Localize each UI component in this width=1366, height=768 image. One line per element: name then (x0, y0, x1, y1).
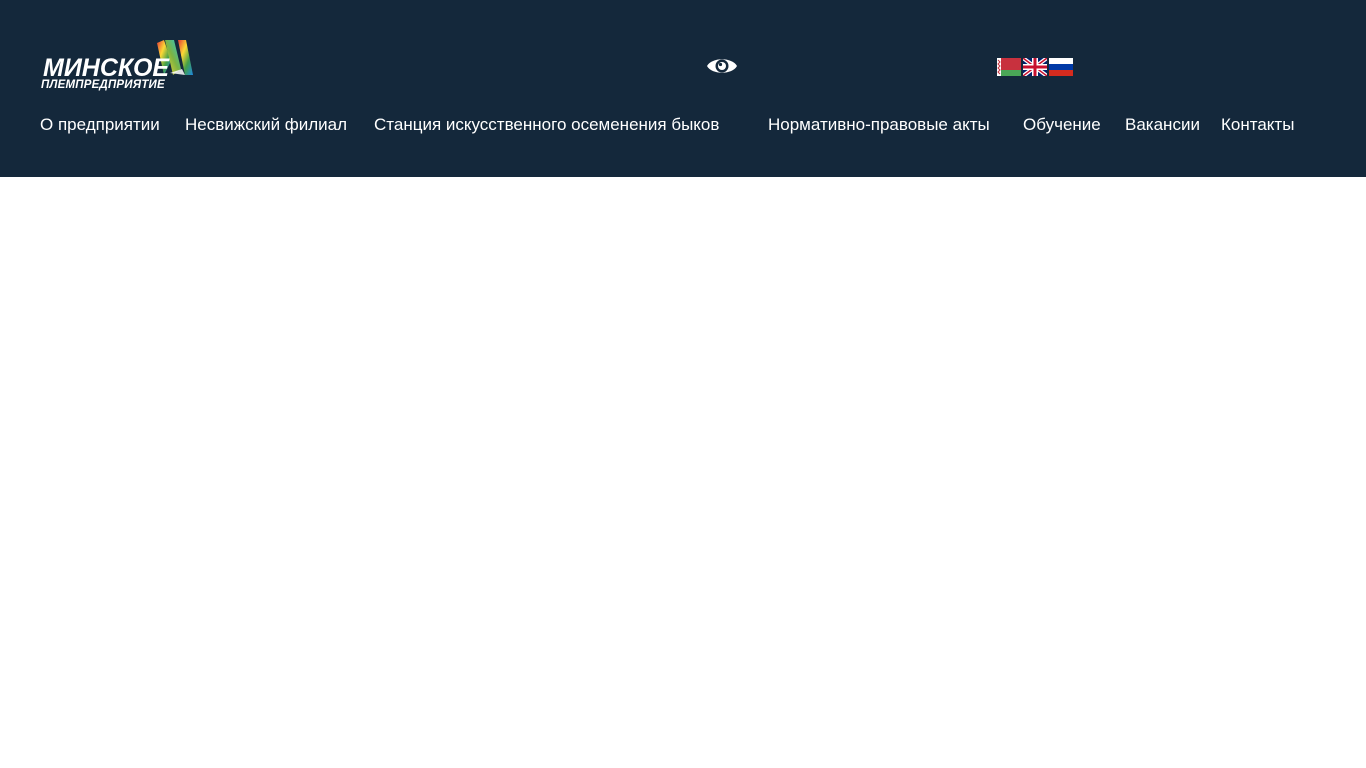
nav-item-nesvizh-branch[interactable]: Несвижский филиал (185, 113, 347, 137)
russia-flag-icon[interactable] (1049, 58, 1073, 76)
site-header: МИНСКОЕ ПЛЕМПРЕДПРИЯТИЕ О предприятии Не… (0, 0, 1366, 177)
nav-item-vacancies[interactable]: Вакансии (1125, 113, 1200, 137)
main-content (0, 177, 1366, 768)
logo-title: МИНСКОЕ (43, 54, 170, 82)
belarus-flag-icon[interactable] (997, 58, 1021, 76)
nav-item-insemination-station[interactable]: Станция искусственного осеменения быков (374, 113, 719, 137)
logo-subtitle: ПЛЕМПРЕДПРИЯТИЕ (41, 79, 165, 91)
language-switcher (997, 58, 1073, 76)
nav-item-about[interactable]: О предприятии (40, 113, 160, 137)
site-logo[interactable]: МИНСКОЕ ПЛЕМПРЕДПРИЯТИЕ (40, 39, 196, 93)
uk-flag-icon[interactable] (1023, 58, 1047, 76)
eye-icon[interactable] (705, 54, 739, 78)
nav-item-training[interactable]: Обучение (1023, 113, 1101, 137)
nav-item-legal-acts[interactable]: Нормативно-правовые акты (768, 113, 990, 137)
nav-item-contacts[interactable]: Контакты (1221, 113, 1294, 137)
